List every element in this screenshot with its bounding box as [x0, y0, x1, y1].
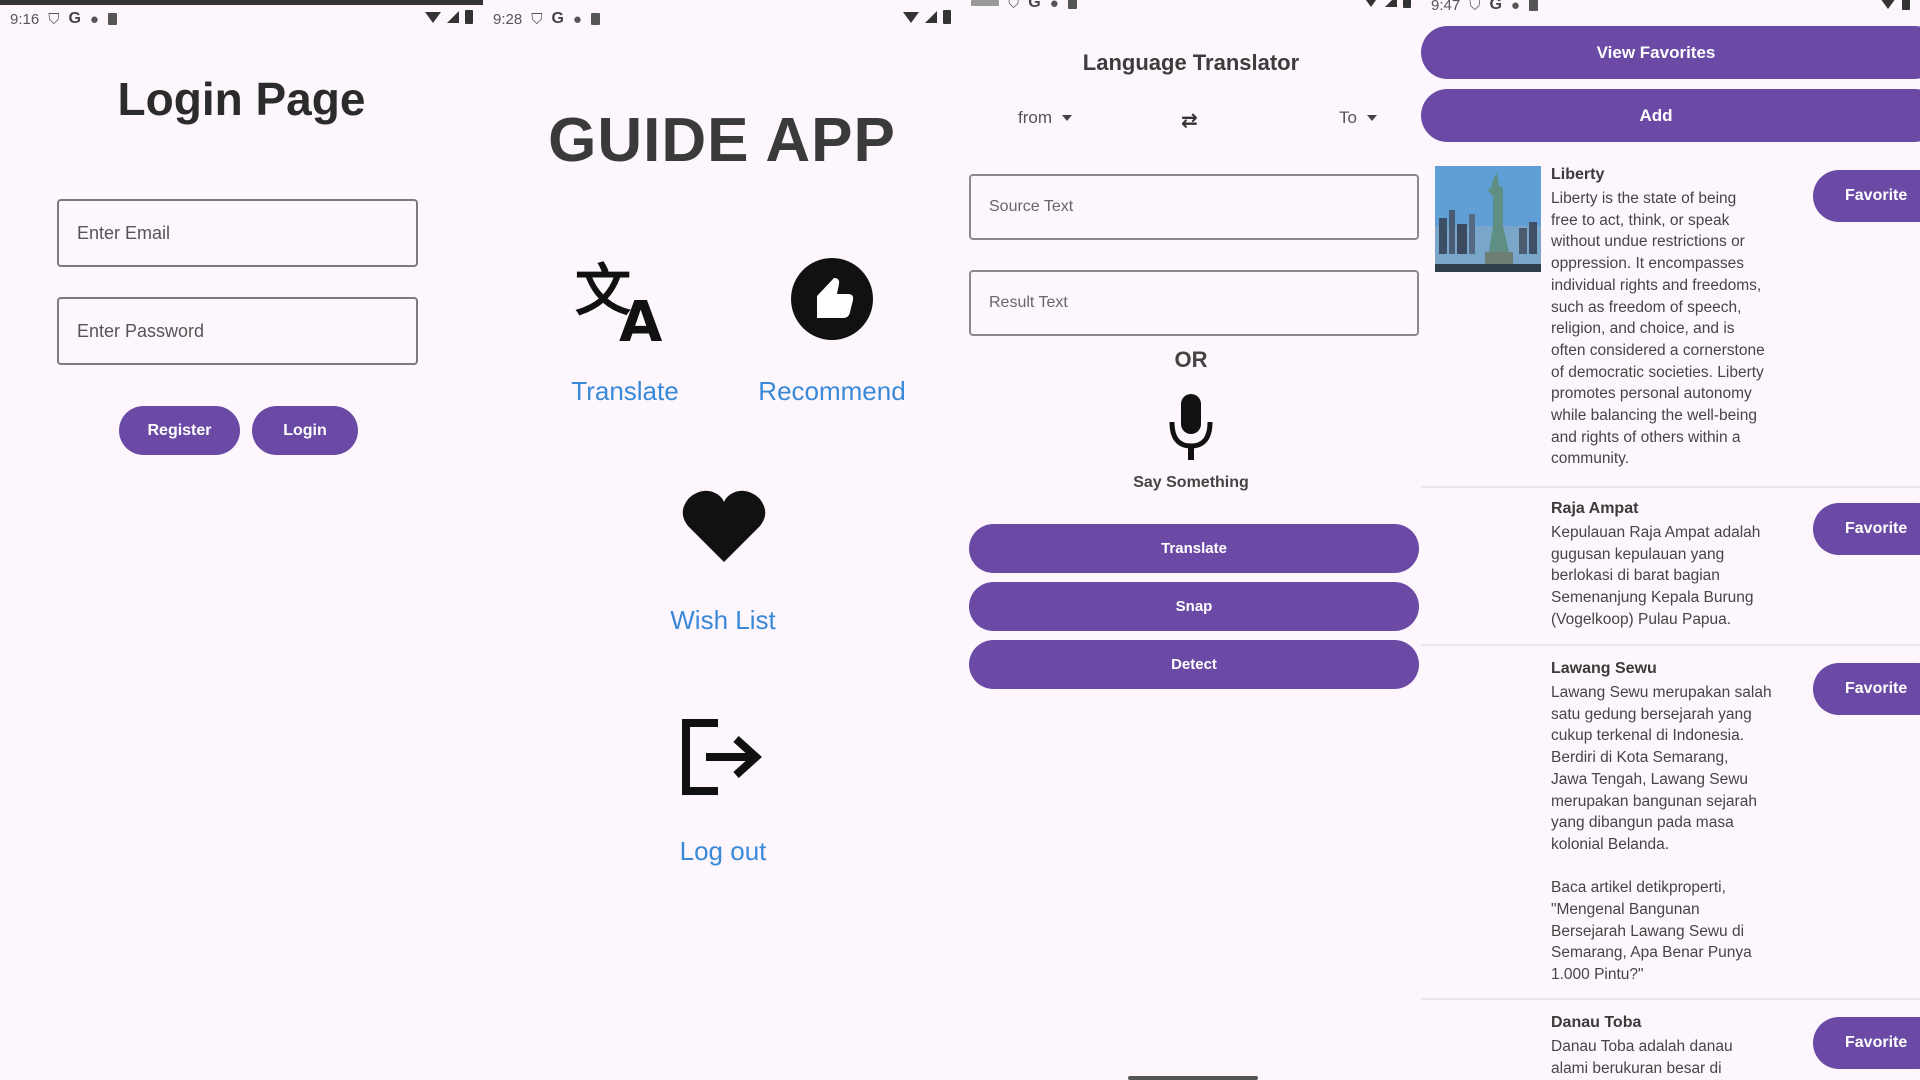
to-language-dropdown[interactable]: To: [1339, 108, 1377, 128]
guide-app-screen: 9:28 ⛉ G ● GUIDE APP 文 A Translate Recom…: [483, 0, 961, 1080]
item-title: Liberty: [1551, 166, 1605, 183]
item-description: Danau Toba adalah danau alami berukuran …: [1551, 1038, 1733, 1077]
item-title: Lawang Sewu: [1551, 660, 1657, 677]
page-title: Login Page: [117, 73, 366, 125]
add-button[interactable]: Add: [1421, 89, 1920, 142]
password-field[interactable]: Enter Password: [57, 297, 418, 365]
login-button[interactable]: Login: [252, 406, 358, 455]
wifi-icon: [903, 11, 919, 23]
shield-icon: ⛉: [1469, 0, 1481, 14]
location-icon: ●: [1510, 0, 1520, 14]
page-title: Language Translator: [1082, 50, 1300, 75]
app-title: GUIDE APP: [548, 106, 896, 175]
result-text-field[interactable]: Result Text: [969, 270, 1419, 336]
translator-screen: ⛉ G ● Language Translator from ⇄ To Sour…: [961, 0, 1421, 1080]
status-time-partial: [971, 0, 999, 6]
favorite-button[interactable]: Favorite: [1813, 503, 1920, 555]
item-title: Danau Toba: [1551, 1014, 1642, 1031]
shield-icon: ⛉: [48, 10, 60, 28]
wifi-icon: [1363, 0, 1379, 7]
item-description: Lawang Sewu merupakan salah satu gedung …: [1551, 684, 1772, 984]
list-item: Liberty Liberty is the state of being fr…: [1421, 166, 1920, 482]
from-label: from: [1018, 108, 1052, 127]
status-bar: 9:47 ⛉ G ●: [1431, 0, 1910, 16]
chevron-down-icon: [1366, 115, 1377, 121]
sim-icon: [1528, 0, 1538, 11]
location-icon: ●: [1049, 0, 1059, 12]
translate-icon[interactable]: 文 A: [575, 255, 675, 355]
add-label: Add: [1639, 105, 1673, 125]
google-icon: G: [68, 10, 81, 27]
status-time: 9:28: [493, 10, 523, 28]
logout-menu-label[interactable]: Log out: [623, 836, 823, 867]
heart-icon[interactable]: [681, 486, 767, 566]
from-language-dropdown[interactable]: from: [1018, 108, 1072, 128]
snap-button[interactable]: Snap: [969, 582, 1419, 631]
status-bar: 9:16 ⛉ G ●: [10, 10, 473, 30]
status-time: 9:47: [1431, 0, 1461, 14]
source-text-field[interactable]: Source Text: [969, 174, 1419, 240]
wifi-icon: [425, 11, 441, 23]
microphone-icon[interactable]: [1166, 392, 1216, 464]
view-favorites-label: View Favorites: [1596, 42, 1716, 62]
recommend-menu-label[interactable]: Recommend: [737, 376, 927, 407]
translate-button[interactable]: Translate: [969, 524, 1419, 573]
login-screen: 9:16 ⛉ G ● Login Page Enter Email Enter …: [0, 0, 483, 1080]
google-icon: G: [1489, 0, 1502, 13]
battery-icon: [465, 10, 473, 24]
say-something-label: Say Something: [1133, 474, 1249, 491]
sim-icon: [107, 13, 117, 25]
liberty-thumbnail: [1435, 166, 1541, 272]
status-bar: ⛉ G ●: [971, 0, 1411, 14]
divider: [1421, 486, 1920, 488]
screenshot-collage: 9:16 ⛉ G ● Login Page Enter Email Enter …: [0, 0, 1920, 1080]
logout-icon[interactable]: [680, 717, 766, 797]
gesture-home-bar[interactable]: [1128, 1076, 1258, 1080]
top-edge-bar: [0, 0, 483, 5]
battery-icon: [1403, 0, 1411, 8]
list-item: Danau Toba Danau Toba adalah danau alami…: [1421, 1014, 1920, 1080]
shield-icon: ⛉: [531, 10, 543, 28]
status-bar: 9:28 ⛉ G ●: [493, 10, 951, 30]
to-label: To: [1339, 108, 1357, 127]
favorite-button[interactable]: Favorite: [1813, 1017, 1920, 1069]
battery-icon: [1902, 0, 1910, 10]
signal-icon: [1385, 0, 1397, 7]
sim-icon: [1067, 0, 1077, 9]
google-icon: G: [1028, 0, 1041, 11]
chevron-down-icon: [1062, 115, 1072, 121]
location-icon: ●: [89, 10, 99, 28]
divider: [1421, 644, 1920, 646]
google-icon: G: [551, 10, 564, 27]
battery-icon: [943, 10, 951, 24]
destinations-screen: 9:47 ⛉ G ● View Favorites Add Liberty Li…: [1421, 0, 1920, 1080]
item-description: Liberty is the state of being free to ac…: [1551, 190, 1765, 468]
divider: [1421, 998, 1920, 1000]
list-item: Lawang Sewu Lawang Sewu merupakan salah …: [1421, 660, 1920, 990]
swap-languages-icon[interactable]: ⇄: [1181, 108, 1198, 133]
favorite-button[interactable]: Favorite: [1813, 170, 1920, 222]
signal-icon: [925, 11, 937, 23]
item-title: Raja Ampat: [1551, 500, 1639, 517]
thumbs-up-icon[interactable]: [789, 256, 875, 342]
shield-icon: ⛉: [1008, 0, 1020, 12]
favorite-button[interactable]: Favorite: [1813, 663, 1920, 715]
item-description: Kepulauan Raja Ampat adalah gugusan kepu…: [1551, 524, 1761, 628]
wifi-icon: [1880, 0, 1896, 9]
detect-button[interactable]: Detect: [969, 640, 1419, 689]
view-favorites-button[interactable]: View Favorites: [1421, 26, 1920, 79]
translate-menu-label[interactable]: Translate: [545, 376, 705, 407]
signal-icon: [447, 11, 459, 23]
wishlist-menu-label[interactable]: Wish List: [623, 605, 823, 636]
location-icon: ●: [572, 10, 582, 28]
list-item: Raja Ampat Kepulauan Raja Ampat adalah g…: [1421, 500, 1920, 640]
svg-text:A: A: [619, 290, 663, 345]
register-button[interactable]: Register: [119, 406, 240, 455]
or-separator: OR: [1174, 347, 1208, 372]
sim-icon: [590, 13, 600, 25]
status-time: 9:16: [10, 10, 40, 28]
email-field[interactable]: Enter Email: [57, 199, 418, 267]
